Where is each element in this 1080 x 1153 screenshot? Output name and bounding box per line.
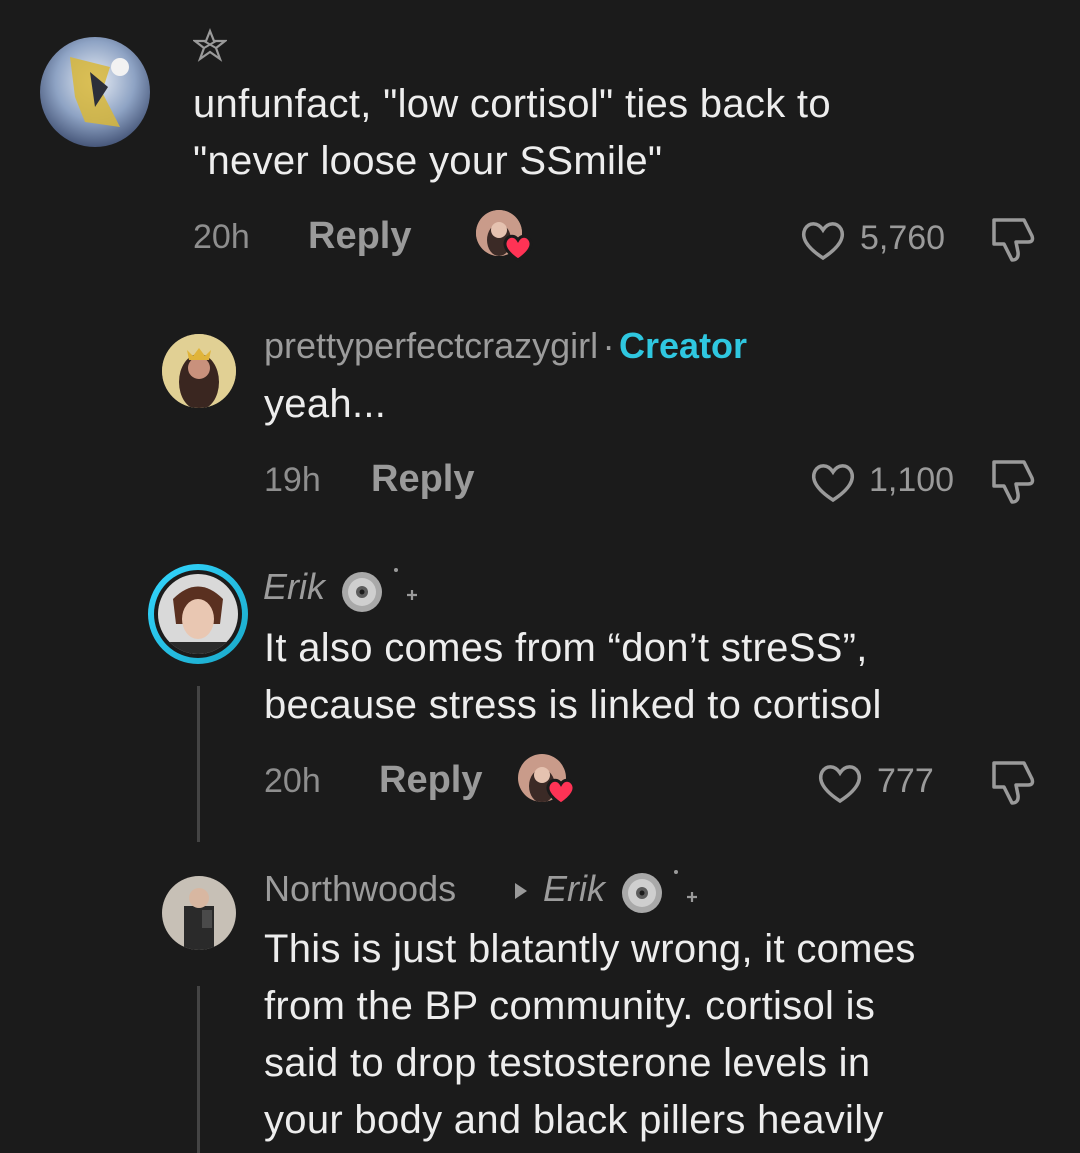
- like-button[interactable]: [798, 216, 850, 262]
- avatar[interactable]: [162, 876, 236, 950]
- like-button[interactable]: [815, 759, 867, 805]
- reply-button[interactable]: Reply: [379, 759, 482, 802]
- pinned-icon: [191, 28, 229, 62]
- thumbs-down-icon: [992, 761, 1035, 805]
- comment-line: unfunfact, "low cortisol" ties back to: [193, 82, 831, 126]
- like-button[interactable]: [808, 458, 860, 504]
- heart-badge-icon: [546, 778, 576, 806]
- comment-text: This is just blatantly wrong, it comes f…: [264, 921, 1064, 1149]
- comment-line: said to drop testosterone levels in: [264, 1041, 871, 1085]
- reply-button[interactable]: Reply: [308, 215, 411, 258]
- heart-icon: [818, 765, 862, 804]
- heart-icon: [811, 464, 855, 503]
- dislike-button[interactable]: [988, 214, 1040, 264]
- reply-button[interactable]: Reply: [371, 458, 474, 501]
- username[interactable]: Erik: [263, 566, 325, 607]
- thumbs-down-icon: [992, 218, 1035, 262]
- dislike-button[interactable]: [988, 757, 1040, 807]
- comment-line: because stress is linked to cortisol: [264, 683, 882, 727]
- comment-text: It also comes from “don’t streSS”, becau…: [264, 620, 1064, 734]
- comment-line: yeah...: [264, 382, 387, 426]
- like-count: 1,100: [869, 461, 955, 499]
- comment-time: 20h: [264, 762, 321, 800]
- comment-line: This is just blatantly wrong, it comes: [264, 927, 916, 971]
- like-count: 5,760: [860, 219, 946, 257]
- avatar[interactable]: [162, 334, 236, 408]
- sparkle-icon: [672, 868, 702, 904]
- heart-badge-icon: [503, 234, 533, 262]
- thread-line: [197, 686, 200, 842]
- comment-time: 20h: [193, 218, 250, 256]
- comment-line: It also comes from “don’t streSS”,: [264, 626, 868, 670]
- username[interactable]: prettyperfectcrazygirl: [264, 325, 598, 366]
- comment-header: Erik: [263, 566, 325, 608]
- creator-liked-badge: [518, 754, 580, 808]
- avatar[interactable]: [148, 564, 248, 664]
- comment-line: from the BP community. cortisol is: [264, 984, 876, 1028]
- dislike-button[interactable]: [988, 456, 1040, 506]
- thread-line: [197, 986, 200, 1153]
- comment-time: 19h: [264, 461, 321, 499]
- comment-text: yeah...: [264, 376, 386, 433]
- thumbs-down-icon: [992, 460, 1035, 504]
- creator-liked-badge: [476, 210, 536, 262]
- comment-line: "never loose your SSmile": [193, 139, 663, 183]
- comment-line: your body and black pillers heavily: [264, 1098, 884, 1142]
- disc-icon: [340, 570, 384, 614]
- comment-header-target: Erik: [543, 868, 605, 910]
- comment-text: unfunfact, "low cortisol" ties back to "…: [193, 76, 1053, 190]
- like-count: 777: [877, 762, 934, 800]
- reply-to-username[interactable]: Erik: [543, 868, 605, 909]
- avatar[interactable]: [40, 37, 150, 147]
- heart-icon: [801, 222, 845, 261]
- comment-header: Northwoods: [264, 868, 456, 910]
- comment-header: prettyperfectcrazygirl · Creator: [264, 325, 747, 367]
- username[interactable]: Northwoods: [264, 868, 456, 909]
- sparkle-icon: [392, 566, 422, 602]
- reply-arrow-icon: [512, 880, 530, 902]
- creator-badge: Creator: [619, 325, 748, 366]
- disc-icon: [620, 871, 664, 915]
- separator: ·: [602, 325, 615, 366]
